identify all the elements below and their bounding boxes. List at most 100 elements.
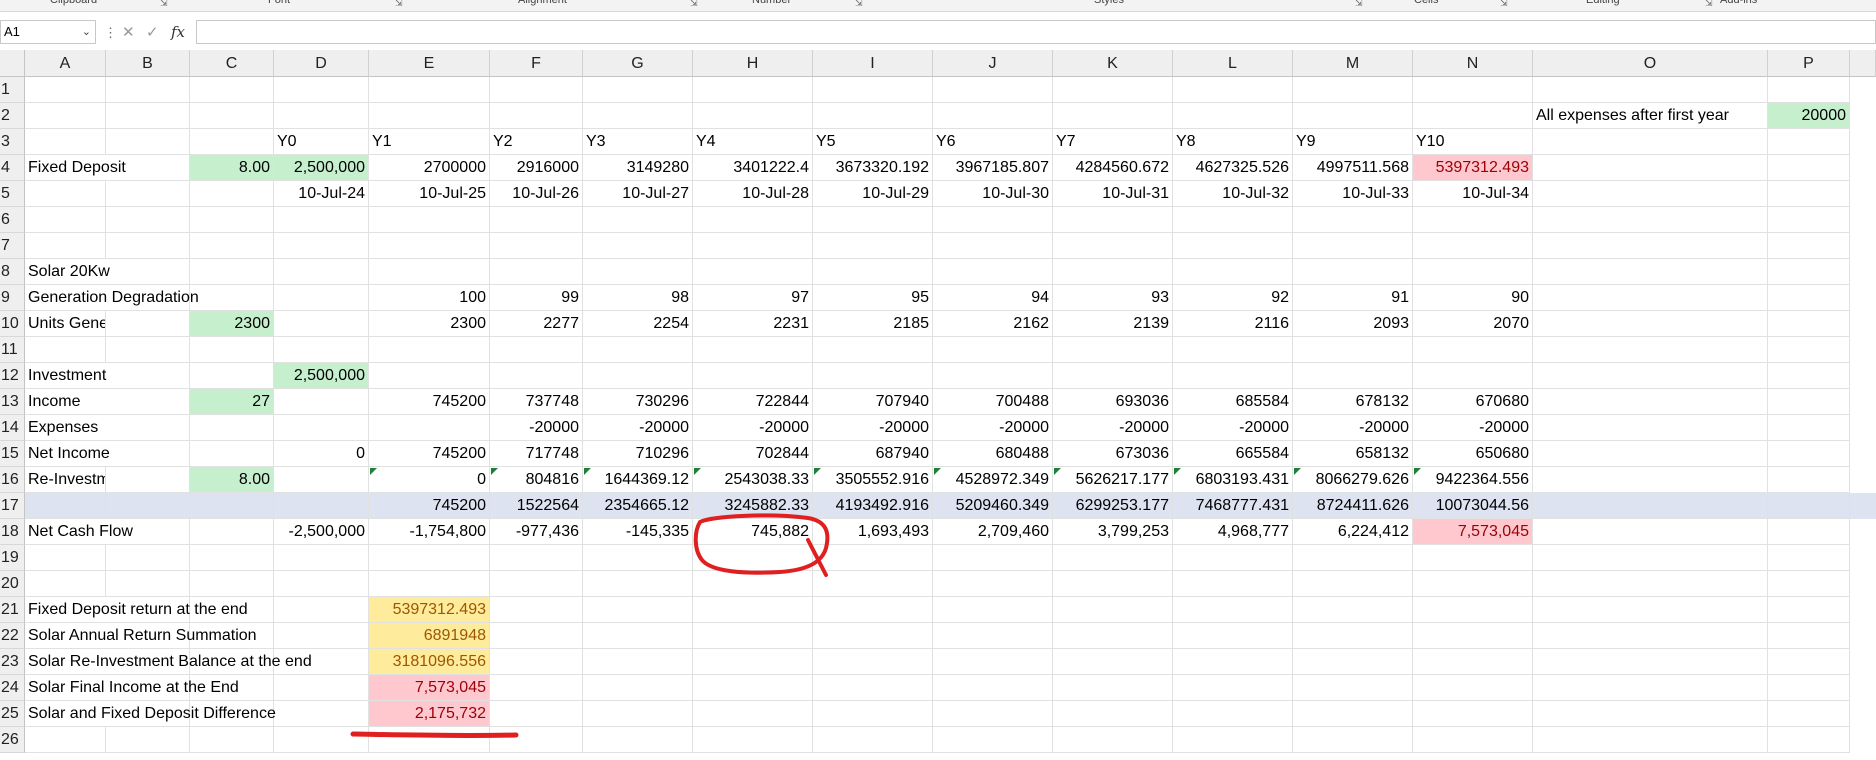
row-header-12[interactable]: 12 <box>0 363 25 389</box>
error-indicator-icon[interactable] <box>491 468 498 475</box>
cell-j2[interactable] <box>933 103 1053 129</box>
cell-k25[interactable] <box>1053 701 1173 727</box>
cell-o8[interactable] <box>1533 259 1768 285</box>
cell-k12[interactable] <box>1053 363 1173 389</box>
cell-g4[interactable]: 3149280 <box>583 155 693 181</box>
cell-h19[interactable] <box>693 545 813 571</box>
error-indicator-icon[interactable] <box>814 468 821 475</box>
cell-h9[interactable]: 97 <box>693 285 813 311</box>
cell-o19[interactable] <box>1533 545 1768 571</box>
cell-c9[interactable] <box>190 285 274 311</box>
cell-i5[interactable]: 10-Jul-29 <box>813 181 933 207</box>
cell-a17[interactable] <box>25 493 106 519</box>
cell-i4[interactable]: 3673320.192 <box>813 155 933 181</box>
cell-g12[interactable] <box>583 363 693 389</box>
cell-b16[interactable] <box>106 467 190 493</box>
row-header-18[interactable]: 18 <box>0 519 25 545</box>
cell-m9[interactable]: 91 <box>1293 285 1413 311</box>
cell-i1[interactable] <box>813 77 933 103</box>
cell-i10[interactable]: 2185 <box>813 311 933 337</box>
cell-n8[interactable] <box>1413 259 1533 285</box>
cell-e17[interactable]: 745200 <box>369 493 490 519</box>
cell-h3[interactable]: Y4 <box>693 129 813 155</box>
cell-n13[interactable]: 670680 <box>1413 389 1533 415</box>
row-header-24[interactable]: 24 <box>0 675 25 701</box>
cell-j6[interactable] <box>933 207 1053 233</box>
cell-l26[interactable] <box>1173 727 1293 753</box>
row-header-26[interactable]: 26 <box>0 727 25 753</box>
cell-o2[interactable]: All expenses after first year <box>1533 103 1768 129</box>
column-header-i[interactable]: I <box>813 50 933 77</box>
cell-m25[interactable] <box>1293 701 1413 727</box>
cell-m6[interactable] <box>1293 207 1413 233</box>
row-header-23[interactable]: 23 <box>0 649 25 675</box>
cell-p3[interactable] <box>1768 129 1850 155</box>
cell-p9[interactable] <box>1768 285 1850 311</box>
cell-l21[interactable] <box>1173 597 1293 623</box>
enter-icon[interactable]: ✓ <box>146 23 159 41</box>
cell-m3[interactable]: Y9 <box>1293 129 1413 155</box>
cell-g19[interactable] <box>583 545 693 571</box>
cell-c14[interactable] <box>190 415 274 441</box>
cell-l8[interactable] <box>1173 259 1293 285</box>
cell-k11[interactable] <box>1053 337 1173 363</box>
cell-b3[interactable] <box>106 129 190 155</box>
cell-d6[interactable] <box>274 207 369 233</box>
column-header-k[interactable]: K <box>1053 50 1173 77</box>
cell-f13[interactable]: 737748 <box>490 389 583 415</box>
cell-a18[interactable]: Net Cash Flow <box>25 519 133 545</box>
cell-k17[interactable]: 6299253.177 <box>1053 493 1173 519</box>
cell-g26[interactable] <box>583 727 693 753</box>
column-header-j[interactable]: J <box>933 50 1053 77</box>
cell-f18[interactable]: -977,436 <box>490 519 583 545</box>
cell-l19[interactable] <box>1173 545 1293 571</box>
name-box[interactable]: A1 ⌄ <box>0 20 96 44</box>
column-header-l[interactable]: L <box>1173 50 1293 77</box>
cell-b14[interactable] <box>106 415 190 441</box>
cell-o9[interactable] <box>1533 285 1768 311</box>
cell-b2[interactable] <box>106 103 190 129</box>
cell-l6[interactable] <box>1173 207 1293 233</box>
cell-m13[interactable]: 678132 <box>1293 389 1413 415</box>
cell-l20[interactable] <box>1173 571 1293 597</box>
cell-d21[interactable] <box>274 597 369 623</box>
cell-a1[interactable] <box>25 77 106 103</box>
cell-l10[interactable]: 2116 <box>1173 311 1293 337</box>
cell-g18[interactable]: -145,335 <box>583 519 693 545</box>
cell-g5[interactable]: 10-Jul-27 <box>583 181 693 207</box>
cell-g24[interactable] <box>583 675 693 701</box>
cell-f11[interactable] <box>490 337 583 363</box>
cell-d26[interactable] <box>274 727 369 753</box>
cell-n2[interactable] <box>1413 103 1533 129</box>
row-header-6[interactable]: 6 <box>0 207 25 233</box>
cell-c8[interactable] <box>190 259 274 285</box>
cell-f7[interactable] <box>490 233 583 259</box>
cell-o6[interactable] <box>1533 207 1768 233</box>
cell-h21[interactable] <box>693 597 813 623</box>
cell-a2[interactable] <box>25 103 106 129</box>
cell-p20[interactable] <box>1768 571 1850 597</box>
cell-k23[interactable] <box>1053 649 1173 675</box>
cell-b15[interactable] <box>106 441 190 467</box>
cell-i9[interactable]: 95 <box>813 285 933 311</box>
cell-j10[interactable]: 2162 <box>933 311 1053 337</box>
cell-f3[interactable]: Y2 <box>490 129 583 155</box>
cell-l12[interactable] <box>1173 363 1293 389</box>
cell-l25[interactable] <box>1173 701 1293 727</box>
cell-o22[interactable] <box>1533 623 1768 649</box>
cell-a4[interactable]: Fixed Deposit <box>25 155 126 181</box>
cell-a19[interactable] <box>25 545 106 571</box>
cell-j23[interactable] <box>933 649 1053 675</box>
cell-n4[interactable]: 5397312.493 <box>1413 155 1533 181</box>
cell-n23[interactable] <box>1413 649 1533 675</box>
row-header-3[interactable]: 3 <box>0 129 25 155</box>
cell-g1[interactable] <box>583 77 693 103</box>
cell-f16[interactable]: 804816 <box>490 467 583 493</box>
cell-c4[interactable]: 8.00 <box>190 155 274 181</box>
cell-i7[interactable] <box>813 233 933 259</box>
cell-k14[interactable]: -20000 <box>1053 415 1173 441</box>
cell-i3[interactable]: Y5 <box>813 129 933 155</box>
cell-j18[interactable]: 2,709,460 <box>933 519 1053 545</box>
cell-p1[interactable] <box>1768 77 1850 103</box>
cell-f20[interactable] <box>490 571 583 597</box>
